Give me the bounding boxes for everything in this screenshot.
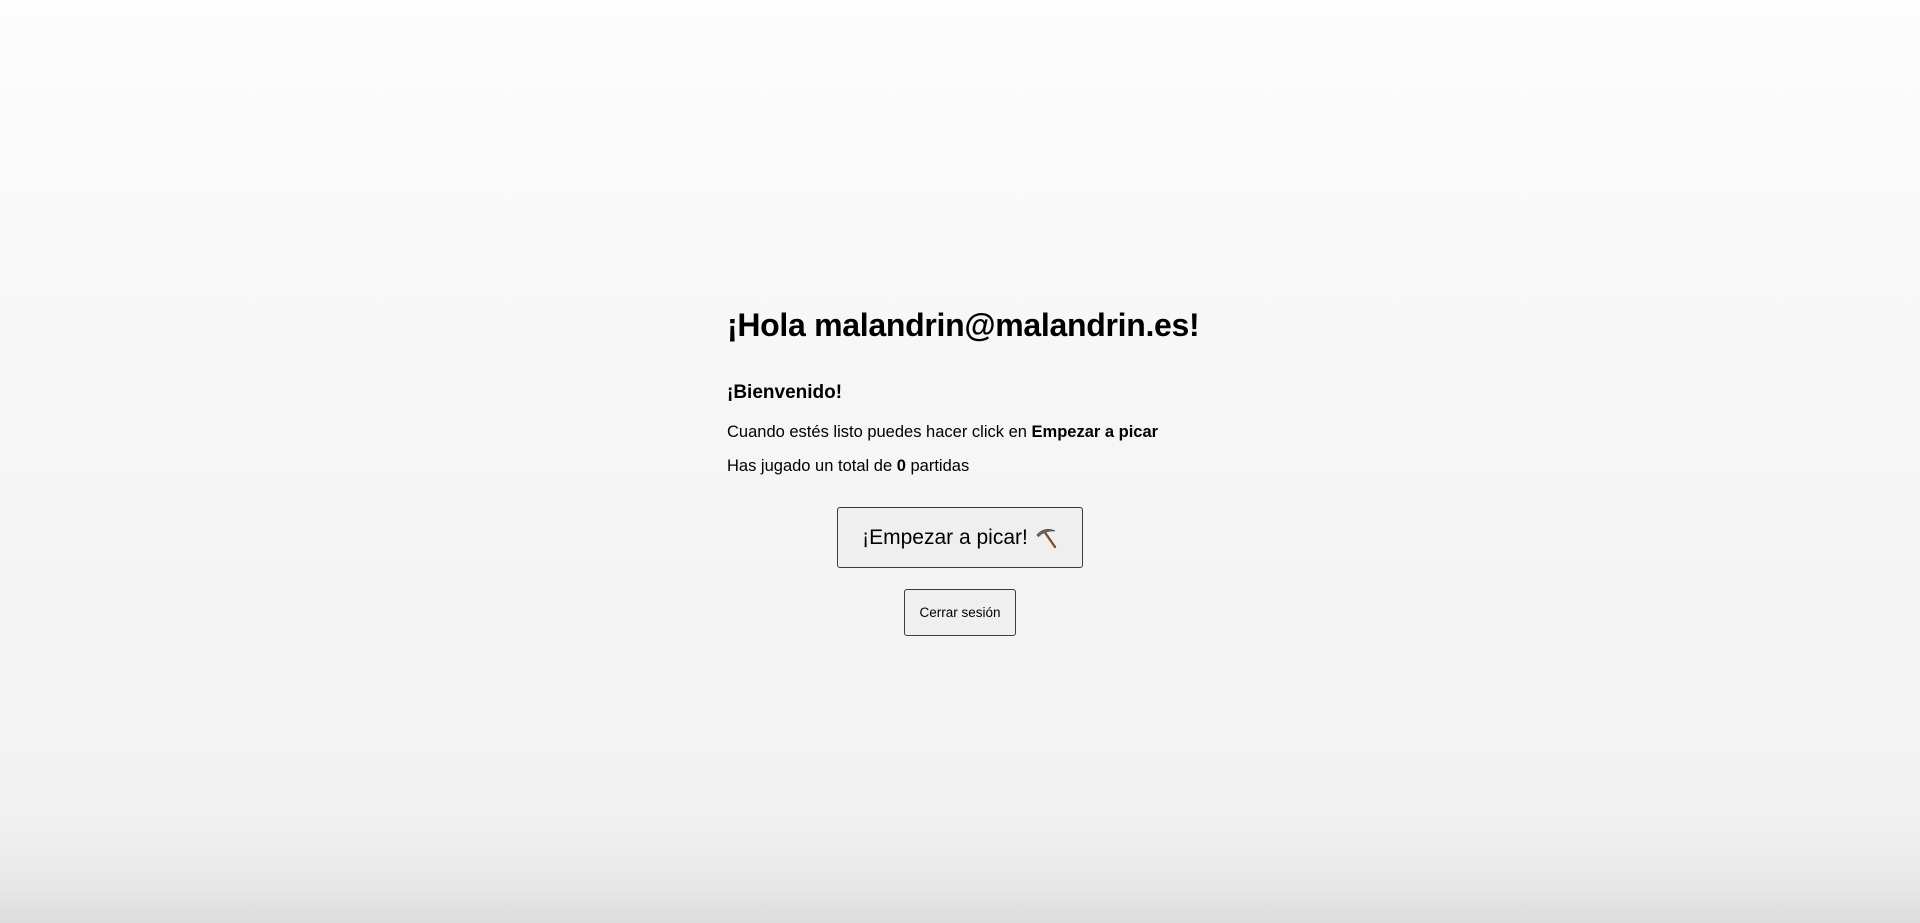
games-played-suffix: partidas [905, 457, 970, 475]
start-game-label: ¡Empezar a picar! [862, 525, 1028, 549]
instructions-text: Cuando estés listo puedes hacer click en… [727, 421, 1158, 443]
games-played-text: Has jugado un total de 0 partidas [727, 455, 969, 477]
user-email: malandrin@malandrin.es [814, 307, 1190, 343]
instructions-lead: Cuando estés listo puedes hacer click en [727, 423, 1032, 441]
page-title: ¡Hola malandrin@malandrin.es! [727, 300, 1200, 350]
greeting-suffix: ! [1189, 307, 1200, 343]
pickaxe-icon [1034, 526, 1058, 550]
start-game-button[interactable]: ¡Empezar a picar! [837, 507, 1083, 568]
instructions-highlight: Empezar a picar [1031, 423, 1159, 441]
logout-button[interactable]: Cerrar sesión [904, 589, 1016, 636]
welcome-heading: ¡Bienvenido! [727, 382, 843, 403]
welcome-panel: ¡Hola malandrin@malandrin.es! ¡Bienvenid… [727, 300, 1200, 475]
games-played-count: 0 [896, 457, 906, 475]
games-played-prefix: Has jugado un total de [727, 457, 897, 475]
greeting-prefix: ¡Hola [727, 307, 815, 343]
